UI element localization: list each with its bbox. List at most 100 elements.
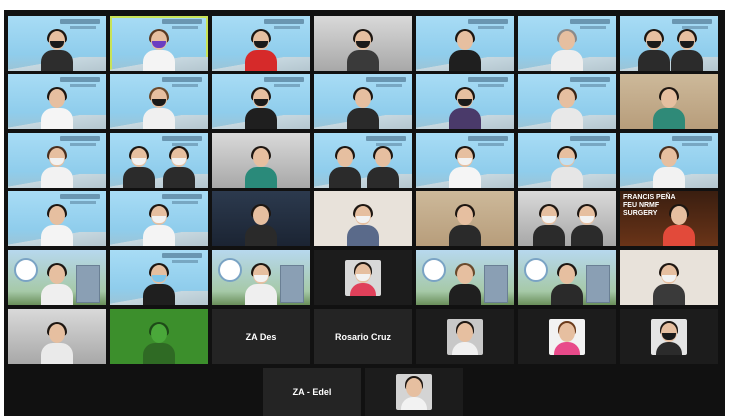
participant-avatar	[551, 29, 583, 71]
participant-video-tile[interactable]	[620, 16, 718, 71]
participant-video-tile[interactable]	[620, 309, 718, 364]
video-gallery: FRANCIS PEÑA FEU NRMF SURGERY ZA Des Ros…	[4, 10, 725, 416]
hospital-seal-icon	[422, 258, 446, 282]
participant-avatar	[347, 87, 379, 129]
participant-video-tile[interactable]	[416, 74, 514, 129]
participant-avatar	[245, 146, 277, 188]
participant-video-tile[interactable]	[518, 16, 616, 71]
participant-video-tile[interactable]	[212, 74, 310, 129]
participant-avatar	[638, 29, 671, 71]
participant-avatar	[653, 263, 685, 305]
participant-avatar	[143, 204, 175, 246]
participant-video-tile[interactable]	[8, 250, 106, 305]
participant-video-tile[interactable]	[518, 309, 616, 364]
participant-avatar	[143, 29, 175, 71]
participant-avatar	[366, 146, 399, 188]
participant-video-tile[interactable]	[212, 16, 310, 71]
participant-avatar	[245, 87, 277, 129]
participant-video-tile[interactable]	[518, 250, 616, 305]
participant-video-tile[interactable]: FRANCIS PEÑA FEU NRMF SURGERY	[620, 191, 718, 246]
participant-avatar	[41, 263, 73, 305]
participant-video-tile[interactable]	[110, 133, 208, 188]
participant-video-tile[interactable]	[212, 191, 310, 246]
participant-profile-picture	[396, 374, 432, 410]
participant-avatar	[449, 146, 481, 188]
participant-video-tile[interactable]	[518, 74, 616, 129]
participant-video-tile[interactable]	[620, 74, 718, 129]
participant-name-tile[interactable]: Rosario Cruz	[314, 309, 412, 364]
building-icon	[484, 265, 508, 303]
participant-video-tile[interactable]	[518, 133, 616, 188]
participant-video-tile[interactable]	[110, 191, 208, 246]
participant-video-tile[interactable]	[314, 133, 412, 188]
participant-avatar	[245, 29, 277, 71]
participant-avatar	[347, 204, 379, 246]
participant-avatar	[41, 204, 73, 246]
participant-avatar	[143, 322, 175, 364]
participant-video-tile[interactable]	[8, 16, 106, 71]
participant-avatar	[123, 146, 156, 188]
participant-avatar	[449, 29, 481, 71]
participant-profile-picture	[651, 318, 687, 355]
participant-video-tile[interactable]	[110, 74, 208, 129]
building-icon	[280, 265, 304, 303]
participant-name: ZA - Edel	[292, 387, 332, 397]
participant-video-tile[interactable]	[416, 16, 514, 71]
participant-video-tile[interactable]	[8, 309, 106, 364]
participant-avatar	[245, 204, 277, 246]
participant-avatar	[570, 204, 603, 246]
participant-avatar	[551, 87, 583, 129]
participant-profile-picture	[345, 259, 381, 296]
participant-video-tile[interactable]	[620, 133, 718, 188]
participant-video-tile[interactable]	[416, 191, 514, 246]
participant-video-tile[interactable]	[8, 74, 106, 129]
participant-avatar	[653, 87, 685, 129]
participant-video-tile[interactable]	[8, 191, 106, 246]
participant-avatar	[449, 204, 481, 246]
participant-avatar	[662, 204, 695, 246]
participant-video-tile[interactable]	[518, 191, 616, 246]
participant-video-tile[interactable]	[314, 191, 412, 246]
participant-name: ZA Des	[245, 331, 277, 342]
participant-avatar	[653, 146, 685, 188]
hospital-seal-icon	[14, 258, 38, 282]
participant-avatar	[41, 29, 73, 71]
hospital-seal-icon	[218, 258, 242, 282]
participant-profile-picture	[447, 318, 483, 355]
participant-avatar	[449, 87, 481, 129]
building-icon	[586, 265, 610, 303]
participant-avatar	[41, 146, 73, 188]
building-icon	[76, 265, 100, 303]
participant-video-tile[interactable]	[416, 309, 514, 364]
participant-avatar	[143, 87, 175, 129]
participant-avatar	[533, 204, 566, 246]
participant-name-tile[interactable]: ZA - Edel	[263, 368, 361, 416]
participant-video-tile[interactable]	[110, 309, 208, 364]
participant-video-tile[interactable]	[314, 74, 412, 129]
participant-video-tile[interactable]	[416, 133, 514, 188]
participant-video-tile[interactable]	[110, 250, 208, 305]
participant-profile-picture	[549, 318, 585, 355]
hospital-seal-icon	[524, 258, 548, 282]
participant-name: Rosario Cruz	[334, 331, 391, 342]
participant-video-tile[interactable]	[416, 250, 514, 305]
participant-avatar	[670, 29, 703, 71]
participant-avatar	[329, 146, 362, 188]
participant-avatar	[41, 87, 73, 129]
participant-video-tile[interactable]	[620, 250, 718, 305]
participant-video-tile[interactable]	[365, 368, 463, 416]
participant-avatar	[162, 146, 195, 188]
participant-avatar	[143, 263, 175, 305]
participant-video-tile[interactable]	[314, 16, 412, 71]
participant-video-tile[interactable]	[212, 250, 310, 305]
participant-avatar	[551, 146, 583, 188]
participant-video-tile[interactable]	[212, 133, 310, 188]
participant-video-tile[interactable]	[314, 250, 412, 305]
participant-avatar	[551, 263, 583, 305]
participant-video-tile-active-speaker[interactable]	[110, 16, 208, 71]
participant-avatar	[347, 29, 379, 71]
participant-avatar	[245, 263, 277, 305]
participant-name-tile[interactable]: ZA Des	[212, 309, 310, 364]
participant-video-tile[interactable]	[8, 133, 106, 188]
participant-avatar	[41, 322, 73, 364]
